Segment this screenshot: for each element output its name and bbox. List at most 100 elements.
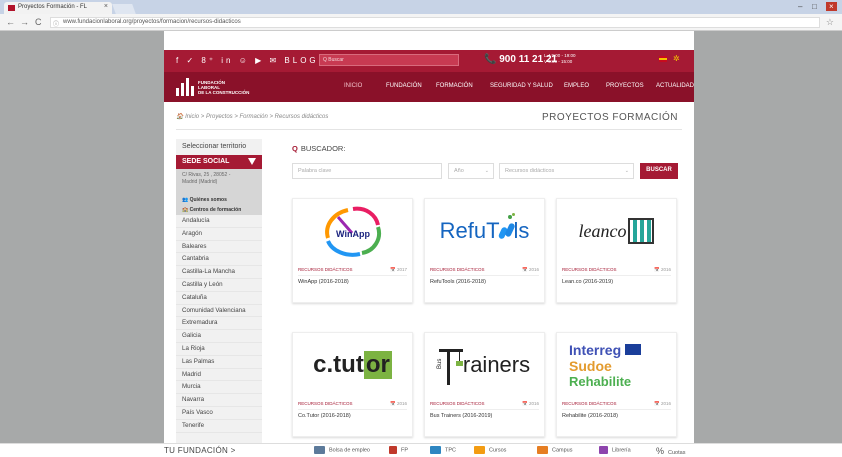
sidebar-item-region[interactable]: Castilla y León [176, 279, 262, 292]
menu-seguridad[interactable]: SEGURIDAD Y SALUD [490, 83, 553, 89]
sede-social-header[interactable]: SEDE SOCIAL [176, 155, 262, 169]
footer-item-libreria[interactable]: Librería [599, 446, 631, 454]
sidebar-item-region[interactable]: Castilla-La Mancha [176, 266, 262, 279]
card-category: RECURSOS DIDÁCTICOS [430, 401, 485, 406]
footer-item-cursos[interactable]: Cursos [474, 446, 506, 454]
menu-formacion[interactable]: FORMACIÓN [436, 83, 473, 89]
card-title[interactable]: Bus Trainers (2016-2019) [430, 413, 492, 419]
cursos-icon [474, 446, 485, 454]
project-card[interactable]: RefuT ls RECURSOS DIDÁCTICOS 📅 2016 Refu… [424, 198, 545, 303]
sidebar-item-region[interactable]: Navarra [176, 394, 262, 407]
card-category: RECURSOS DIDÁCTICOS [430, 267, 485, 272]
maximize-icon[interactable]: □ [812, 2, 817, 11]
site-search-input[interactable]: Q Buscar [319, 54, 459, 66]
logo-text: FUNDACIÓN LABORAL DE LA CONSTRUCCIÓN [198, 80, 250, 95]
tab-close-icon[interactable]: × [104, 3, 108, 10]
svg-text:WinApp: WinApp [336, 229, 370, 239]
forward-icon[interactable]: → [20, 17, 29, 27]
sidebar-item-region[interactable]: Cataluña [176, 292, 262, 305]
card-title[interactable]: Co.Tutor (2016-2018) [298, 413, 351, 419]
social-links[interactable]: f ✓ 8⁺ in ☺ ▶ ✉ BLOG [176, 56, 319, 65]
new-tab-button[interactable] [112, 4, 136, 14]
quienes-somos-link[interactable]: 👥 Quiénes somos [176, 195, 262, 205]
sidebar-item-region[interactable]: Cantabria [176, 253, 262, 267]
fp-icon [389, 446, 397, 454]
site-info-icon[interactable]: ⓘ [53, 19, 59, 28]
card-title[interactable]: Lean.co (2016-2019) [562, 279, 613, 285]
chevron-down-icon: ⌄ [484, 168, 489, 174]
project-card[interactable]: Bus rainers RECURSOS DIDÁCTICOS 📅 2016 B… [424, 332, 545, 437]
tu-fundacion-link[interactable]: TU FUNDACIÓN > [164, 446, 236, 455]
reload-icon[interactable]: C [35, 17, 42, 27]
campus-icon [537, 446, 548, 454]
centros-formacion-link[interactable]: 🏫 Centros de formación [176, 205, 262, 215]
minimize-icon[interactable]: – [798, 2, 802, 11]
tab-title: Proyectos Formación - FL [18, 4, 88, 10]
browser-tab[interactable]: Proyectos Formación - FL × [4, 2, 112, 14]
language-icon[interactable]: ✲ [673, 54, 680, 63]
card-title[interactable]: WinApp (2016-2018) [298, 279, 349, 285]
sidebar-item-region[interactable]: Tenerife [176, 420, 262, 433]
menu-empleo[interactable]: EMPLEO [564, 83, 589, 89]
card-category: RECURSOS DIDÁCTICOS [298, 267, 353, 272]
card-year: 📅 2016 [522, 267, 539, 272]
buscar-button[interactable]: BUSCAR [640, 163, 678, 179]
sidebar-heading: Seleccionar territorio [182, 143, 247, 150]
menu-inicio[interactable]: INICIO [344, 83, 362, 89]
footer-bar: TU FUNDACIÓN > Bolsa de empleo FP TPC Cu… [0, 443, 842, 457]
sidebar-item-region[interactable]: Galicia [176, 330, 262, 343]
sidebar-item-region[interactable]: País Vasco [176, 407, 262, 420]
project-card[interactable]: c .tut or RECURSOS DIDÁCTICOS 📅 2016 Co.… [292, 332, 413, 437]
browser-tab-strip: Proyectos Formación - FL × – □ × [0, 0, 842, 14]
sidebar-item-region[interactable]: Murcia [176, 381, 262, 395]
url-text: www.fundacionlaboral.org/proyectos/forma… [63, 19, 241, 25]
footer-item-bolsa[interactable]: Bolsa de empleo [314, 446, 370, 454]
site-logo[interactable]: FUNDACIÓN LABORAL DE LA CONSTRUCCIÓN [176, 78, 266, 96]
project-card[interactable]: WinApp RECURSOS DIDÁCTICOS 📅 2017 WinApp… [292, 198, 413, 303]
address-line-2: Madrid (Madrid) [182, 178, 218, 185]
footer-item-campus[interactable]: Campus [537, 446, 572, 454]
back-icon[interactable]: ← [6, 17, 15, 27]
spain-flag-icon[interactable] [659, 56, 667, 62]
sidebar-item-region[interactable]: Andalucía [176, 215, 262, 228]
card-category: RECURSOS DIDÁCTICOS [562, 267, 617, 272]
building-icon [628, 218, 655, 244]
sidebar-item-region[interactable]: Baleares [176, 241, 262, 254]
project-card[interactable]: leanco RECURSOS DIDÁCTICOS 📅 2016 Lean.c… [556, 198, 677, 303]
footer-item-cuotas[interactable]: % Cuotas [656, 446, 685, 456]
keyword-input[interactable]: Palabra clave [292, 163, 442, 179]
breadcrumb[interactable]: 🏠 Inicio > Proyectos > Formación > Recur… [176, 113, 328, 120]
type-select-label: Recursos didácticos [505, 168, 555, 174]
sidebar-item-region[interactable]: Comunidad Valenciana [176, 305, 262, 318]
search-title-text: BUSCADOR: [300, 144, 346, 153]
card-year: 📅 2016 [654, 267, 671, 272]
menu-proyectos[interactable]: PROYECTOS [606, 83, 644, 89]
divider [176, 129, 682, 130]
menu-fundacion[interactable]: FUNDACIÓN [386, 83, 422, 89]
sidebar-item-region[interactable]: Madrid [176, 369, 262, 382]
sidebar-item-region[interactable]: La Rioja [176, 343, 262, 356]
search-icon: Q [292, 144, 298, 153]
sede-label: SEDE SOCIAL [182, 158, 230, 165]
menu-actualidad[interactable]: ACTUALIDAD [656, 83, 694, 89]
window-close-icon[interactable]: × [826, 2, 837, 11]
cotutor-logo: c .tut or [313, 351, 392, 379]
bookmark-star-icon[interactable]: ☆ [826, 17, 834, 28]
crane-icon: Bus [437, 345, 463, 385]
type-select[interactable]: Recursos didácticos ⌄ [499, 163, 634, 179]
sidebar-item-region[interactable]: Las Palmas [176, 356, 262, 369]
year-select[interactable]: Año ⌄ [448, 163, 494, 179]
favicon-icon [8, 5, 15, 11]
sidebar-item-region[interactable]: Extremadura [176, 317, 262, 331]
footer-item-fp[interactable]: FP [389, 446, 408, 454]
footer-item-tpc[interactable]: TPC [430, 446, 456, 454]
url-field[interactable]: ⓘ www.fundacionlaboral.org/proyectos/for… [50, 17, 820, 28]
logo-bars-icon [176, 78, 194, 96]
card-title[interactable]: RefuTools (2016-2018) [430, 279, 486, 285]
main-navigation: FUNDACIÓN LABORAL DE LA CONSTRUCCIÓN INICI… [164, 72, 694, 102]
refutools-logo: RefuT ls [425, 199, 544, 263]
project-card[interactable]: Interreg Sudoe Rehabilite RECURSOS DIDÁC… [556, 332, 677, 437]
card-title[interactable]: Rehabilite (2016-2018) [562, 413, 618, 419]
filter-icon[interactable] [248, 158, 256, 165]
sidebar-item-region[interactable]: Aragón [176, 228, 262, 241]
